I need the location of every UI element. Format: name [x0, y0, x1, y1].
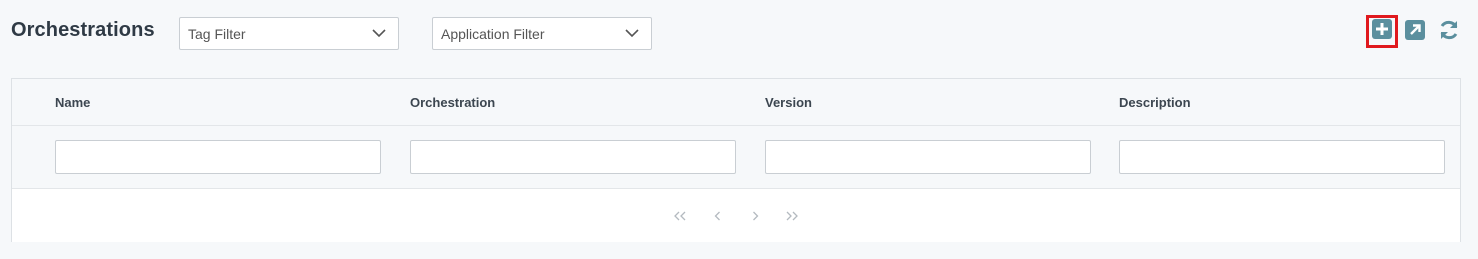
chevron-down-icon [372, 29, 386, 38]
pagination [12, 189, 1460, 242]
chevron-left-icon [714, 211, 720, 221]
export-button[interactable] [1401, 18, 1429, 46]
previous-page-button[interactable] [707, 206, 727, 226]
orchestration-filter-input[interactable] [410, 140, 736, 174]
external-link-icon [1405, 19, 1425, 45]
page-title: Orchestrations [11, 19, 155, 41]
refresh-icon [1437, 18, 1461, 47]
orchestrations-table: Name Orchestration Version Description [11, 78, 1461, 242]
description-filter-input[interactable] [1119, 140, 1445, 174]
column-filter-row [12, 126, 1460, 189]
version-filter-input[interactable] [765, 140, 1091, 174]
orchestrations-page: Orchestrations Tag Filter Application Fi… [0, 0, 1478, 259]
column-header-version[interactable]: Version [765, 95, 812, 110]
chevron-right-icon [752, 211, 758, 221]
add-orchestration-button[interactable] [1366, 15, 1398, 48]
table-header: Name Orchestration Version Description [12, 79, 1460, 126]
plus-square-icon [1372, 19, 1392, 44]
column-header-orchestration[interactable]: Orchestration [410, 95, 495, 110]
last-page-button[interactable] [782, 206, 802, 226]
tag-filter-label: Tag Filter [188, 25, 246, 42]
name-filter-input[interactable] [55, 140, 381, 174]
application-filter-label: Application Filter [441, 25, 545, 42]
double-chevron-right-icon [786, 211, 798, 221]
next-page-button[interactable] [745, 206, 765, 226]
double-chevron-left-icon [674, 211, 686, 221]
application-filter-dropdown[interactable]: Application Filter [432, 17, 652, 50]
column-header-name[interactable]: Name [55, 95, 90, 110]
column-header-description[interactable]: Description [1119, 95, 1191, 110]
chevron-down-icon [625, 29, 639, 38]
tag-filter-dropdown[interactable]: Tag Filter [179, 17, 399, 50]
refresh-button[interactable] [1435, 18, 1463, 46]
first-page-button[interactable] [670, 206, 690, 226]
